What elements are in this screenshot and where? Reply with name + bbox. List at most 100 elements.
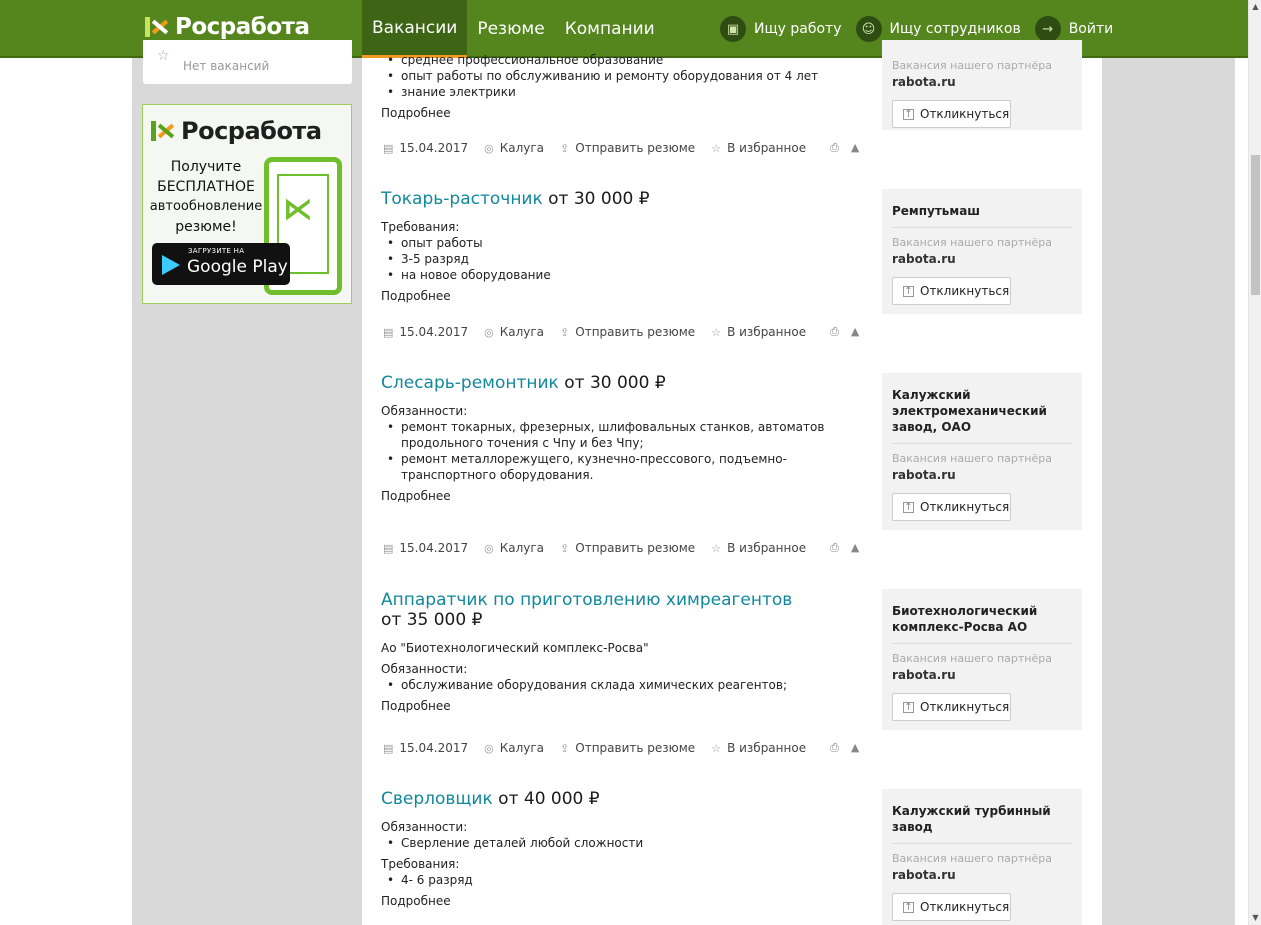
more-link[interactable]: Подробнее bbox=[381, 698, 861, 714]
more-link[interactable]: Подробнее bbox=[381, 488, 861, 504]
favorite-link[interactable]: В избранное bbox=[727, 741, 806, 755]
respond-label: Откликнуться bbox=[920, 900, 1010, 914]
send-resume-link[interactable]: Отправить резюме bbox=[575, 541, 695, 555]
respond-button[interactable]: ↑ Откликнуться bbox=[892, 100, 1011, 128]
more-link[interactable]: Подробнее bbox=[381, 288, 861, 304]
vacancy-title-link[interactable]: Слесарь-ремонтник bbox=[381, 373, 559, 393]
print-icon[interactable]: ⎙ bbox=[830, 741, 839, 755]
location-icon: ◎ bbox=[484, 325, 494, 339]
list-item: знание электрики bbox=[381, 84, 861, 100]
more-link[interactable]: Подробнее bbox=[381, 105, 861, 121]
list-item: на новое оборудование bbox=[381, 267, 861, 283]
company-card: Вакансия нашего партнёра rabota.ru ↑ Откл… bbox=[882, 40, 1082, 130]
company-card: Ремпутьмаш Вакансия нашего партнёра rabo… bbox=[882, 189, 1082, 314]
vacancy-title: Токарь-расточник от 30 000 ₽ bbox=[381, 189, 861, 209]
respond-label: Откликнуться bbox=[920, 107, 1010, 121]
respond-icon: ↑ bbox=[903, 108, 914, 120]
favorite-link[interactable]: В избранное bbox=[727, 325, 806, 339]
warning-icon[interactable]: ▲ bbox=[851, 541, 859, 555]
favorite-link[interactable]: В избранное bbox=[727, 141, 806, 155]
vacancy-city[interactable]: Калуга bbox=[500, 741, 544, 755]
respond-button[interactable]: ↑ Откликнуться bbox=[892, 277, 1011, 305]
print-icon[interactable]: ⎙ bbox=[830, 325, 839, 339]
partner-note: Вакансия нашего партнёра bbox=[892, 452, 1052, 465]
partner-note: Вакансия нашего партнёра bbox=[892, 59, 1052, 72]
ad-line-2: БЕСПЛАТНОЕ bbox=[157, 179, 255, 195]
vertical-scrollbar[interactable]: ▲ ▼ bbox=[1248, 0, 1261, 925]
looking-for-employees-link[interactable]: ☺ Ищу сотрудников bbox=[855, 16, 1021, 42]
vacancy-meta: ▤ 15.04.2017 ◎ Калуга ⇪ Отправить резюме ☆ В… bbox=[383, 740, 871, 756]
ad-line-3: автообновление bbox=[149, 199, 263, 214]
vacancy-city[interactable]: Калуга bbox=[500, 141, 544, 155]
star-icon: ☆ bbox=[711, 541, 722, 555]
store-big-text: Google Play bbox=[187, 257, 288, 277]
people-icon: ☺ bbox=[855, 16, 882, 42]
scroll-down-icon[interactable]: ▼ bbox=[1249, 911, 1261, 925]
favorite-link[interactable]: В избранное bbox=[727, 541, 806, 555]
partner-site: rabota.ru bbox=[892, 468, 956, 482]
vacancy-city[interactable]: Калуга bbox=[500, 541, 544, 555]
ad-line-1: Получите bbox=[170, 159, 242, 175]
print-icon[interactable]: ⎙ bbox=[830, 541, 839, 555]
partner-site: rabota.ru bbox=[892, 75, 956, 89]
nav-resumes[interactable]: Резюме bbox=[467, 0, 554, 58]
warning-icon[interactable]: ▲ bbox=[851, 741, 859, 755]
respond-icon: ↑ bbox=[903, 285, 914, 297]
section-label: Обязанности: bbox=[381, 820, 468, 834]
company-name[interactable]: Ремпутьмаш bbox=[892, 203, 1072, 219]
company-name[interactable]: Калужский турбинный завод bbox=[892, 803, 1072, 835]
vacancy-date: 15.04.2017 bbox=[399, 325, 469, 339]
send-resume-link[interactable]: Отправить резюме bbox=[575, 741, 695, 755]
calendar-icon: ▤ bbox=[383, 141, 394, 155]
warning-icon[interactable]: ▲ bbox=[851, 325, 859, 339]
logo-icon bbox=[145, 17, 171, 37]
section-label: Требования: bbox=[381, 220, 460, 234]
list-item: опыт работы по обслуживанию и ремонту об… bbox=[381, 68, 861, 84]
store-small-text: ЗАГРУЗИТЕ НА bbox=[188, 247, 245, 255]
scrollbar-thumb[interactable] bbox=[1251, 155, 1260, 295]
vacancy-title: Аппаратчик по приготовлению химреагентов… bbox=[381, 590, 861, 630]
partner-site: rabota.ru bbox=[892, 668, 956, 682]
send-resume-link[interactable]: Отправить резюме bbox=[575, 141, 695, 155]
nav-vacancies[interactable]: Вакансии bbox=[362, 0, 468, 58]
star-icon: ☆ bbox=[711, 325, 722, 339]
vacancy-title-link[interactable]: Токарь-расточник bbox=[381, 189, 543, 209]
more-link[interactable]: Подробнее bbox=[381, 893, 861, 909]
print-icon[interactable]: ⎙ bbox=[830, 141, 839, 155]
upload-icon: ⇪ bbox=[560, 325, 570, 339]
site-logo[interactable]: Росработа bbox=[145, 14, 310, 40]
app-ad-banner[interactable]: Росработа Получите БЕСПЛАТНОЕ автообновл… bbox=[142, 104, 352, 304]
vacancy-salary: от 35 000 ₽ bbox=[381, 610, 483, 630]
respond-button[interactable]: ↑ Откликнуться bbox=[892, 493, 1011, 521]
vacancy-title: Слесарь-ремонтник от 30 000 ₽ bbox=[381, 373, 861, 393]
employer-name: Ао "Биотехнологический комплекс-Росва" bbox=[381, 641, 649, 655]
vacancy-city[interactable]: Калуга bbox=[500, 325, 544, 339]
send-resume-link[interactable]: Отправить резюме bbox=[575, 325, 695, 339]
vacancy-date: 15.04.2017 bbox=[399, 541, 469, 555]
logo-icon bbox=[151, 121, 177, 141]
respond-label: Откликнуться bbox=[920, 500, 1010, 514]
google-play-icon bbox=[162, 255, 180, 275]
list-item: опыт работы bbox=[381, 235, 861, 251]
warning-icon[interactable]: ▲ bbox=[851, 141, 859, 155]
respond-button[interactable]: ↑ Откликнуться bbox=[892, 693, 1011, 721]
nav-companies[interactable]: Компании bbox=[555, 0, 665, 58]
vacancy-salary: от 30 000 ₽ bbox=[564, 373, 666, 393]
looking-for-job-link[interactable]: ▣ Ищу работу bbox=[720, 16, 842, 42]
looking-for-job-label: Ищу работу bbox=[754, 21, 842, 37]
ad-logo-text: Росработа bbox=[181, 117, 322, 145]
login-link[interactable]: → Войти bbox=[1034, 16, 1113, 42]
list-item: ремонт металлорежущего, кузнечно-прессов… bbox=[381, 451, 861, 483]
partner-site: rabota.ru bbox=[892, 868, 956, 882]
company-name[interactable]: Калужский электромеханический завод, ОАО bbox=[892, 387, 1072, 435]
company-name[interactable]: Биотехнологический комплекс-Росва АО bbox=[892, 603, 1072, 635]
company-card: Биотехнологический комплекс-Росва АО Вак… bbox=[882, 589, 1082, 730]
respond-button[interactable]: ↑ Откликнуться bbox=[892, 893, 1011, 921]
google-play-badge[interactable]: ЗАГРУЗИТЕ НА Google Play bbox=[152, 243, 290, 285]
vacancy-item: Слесарь-ремонтник от 30 000 ₽ Обязанност… bbox=[381, 373, 861, 504]
vacancy-title-link[interactable]: Аппаратчик по приготовлению химреагентов bbox=[381, 590, 792, 610]
list-item: 3-5 разряд bbox=[381, 251, 861, 267]
upload-icon: ⇪ bbox=[560, 741, 570, 755]
vacancy-title-link[interactable]: Сверловщик bbox=[381, 789, 493, 809]
scroll-up-icon[interactable]: ▲ bbox=[1249, 0, 1261, 14]
